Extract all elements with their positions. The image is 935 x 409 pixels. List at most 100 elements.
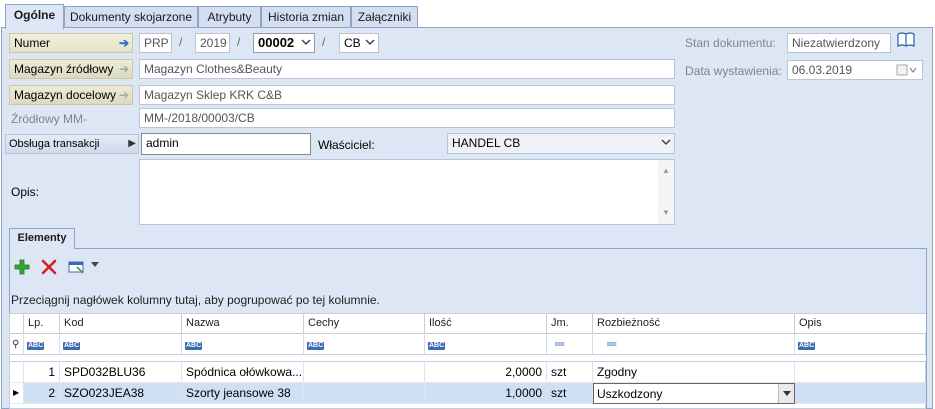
tab-atrybuty[interactable]: Atrybuty — [198, 6, 261, 28]
rozbieznosc-select[interactable]: Uszkodzony — [593, 383, 795, 404]
arrow-right-icon: ➔ — [118, 88, 129, 102]
grid-spacer — [10, 355, 926, 362]
filter-equals-icon: ═ — [607, 336, 617, 351]
group-hint: Przeciągnij nagłówek kolumny tutaj, aby … — [11, 293, 380, 307]
numer-series-value: CB — [344, 36, 361, 50]
obsluga-transakcji-input[interactable]: admin — [141, 133, 311, 155]
data-field[interactable]: 06.03.2019 — [787, 60, 923, 80]
cell-jm: szt — [547, 362, 593, 383]
cell-kod: SZO023JEA38 — [60, 383, 182, 404]
cell-cechy — [304, 362, 425, 383]
tab-dokumenty-skojarzone[interactable]: Dokumenty skojarzone — [64, 6, 198, 28]
chevron-down-icon — [365, 39, 375, 45]
numer-number-select[interactable]: 00002 — [253, 33, 315, 53]
cell-ilosc: 1,0000 — [425, 383, 547, 404]
column-header-lp[interactable]: Lp. — [24, 314, 60, 334]
zrodlowy-mm-label: Źródłowy MM- — [11, 112, 88, 126]
filter-cell-kod[interactable]: ABC — [60, 335, 182, 355]
cell-lp: 2 — [24, 383, 60, 404]
caret-down-icon — [783, 391, 791, 396]
cell-opis — [795, 362, 926, 383]
filter-icon[interactable]: ⚲ — [10, 335, 24, 355]
wlasciciel-select[interactable]: HANDEL CB — [447, 133, 675, 154]
magazyn-zrodlowy-button[interactable]: Magazyn źródłowy ➔ — [9, 59, 133, 79]
opis-label: Opis: — [11, 185, 40, 199]
opis-textarea[interactable]: ▲ ▼ — [139, 159, 675, 225]
filter-equals-icon: ═ — [555, 336, 565, 351]
tab-zalaczniki[interactable]: Załączniki — [351, 6, 418, 28]
cell-kod: SPD032BLU36 — [60, 362, 182, 383]
column-header-jm[interactable]: Jm. — [547, 314, 593, 334]
arrow-right-icon: ➔ — [118, 36, 129, 50]
row-indicator — [10, 362, 24, 383]
play-icon: ▶ — [128, 138, 136, 149]
numer-separator: / — [179, 35, 183, 49]
magazyn-docelowy-button[interactable]: Magazyn docelowy ➔ — [9, 85, 133, 105]
cell-lp: 1 — [24, 362, 60, 383]
delete-icon[interactable] — [41, 259, 57, 275]
chevron-down-icon[interactable]: ▼ — [662, 204, 670, 222]
column-header-ilosc[interactable]: Ilość — [425, 314, 547, 334]
arrow-right-icon: ➔ — [118, 62, 129, 76]
filter-cell-lp[interactable]: ABC — [24, 335, 60, 355]
magazyn-zrodlowy-field: Magazyn Clothes&Beauty — [139, 59, 675, 79]
tab-ogolne[interactable]: Ogólne — [5, 4, 64, 29]
wlasciciel-value: HANDEL CB — [452, 136, 521, 150]
row-indicator: ▶ — [10, 383, 24, 404]
table-row[interactable]: 1 SPD032BLU36 Spódnica ołówkowa... 2,000… — [10, 362, 926, 383]
column-header-kod[interactable]: Kod — [60, 314, 182, 334]
tab-historia-zmian[interactable]: Historia zmian — [261, 6, 351, 28]
filter-cell-nazwa[interactable]: ABC — [182, 335, 304, 355]
filter-abc-icon: ABC — [307, 342, 325, 350]
numer-button[interactable]: Numer ➔ — [9, 33, 133, 53]
filter-abc-icon: ABC — [27, 342, 45, 350]
book-icon[interactable] — [897, 32, 915, 48]
magazyn-zrodlowy-label: Magazyn źródłowy — [14, 62, 114, 76]
wlasciciel-label: Właściciel: — [318, 138, 375, 152]
column-header-rozbieznosc[interactable]: Rozbieżność — [593, 314, 795, 334]
table-options-icon[interactable] — [68, 259, 86, 275]
calendar-icon[interactable] — [896, 64, 918, 76]
rozbieznosc-dropdown-button[interactable] — [778, 384, 794, 403]
filter-cell-opis[interactable]: ABC — [795, 335, 926, 355]
rozbieznosc-value: Uszkodzony — [597, 387, 663, 401]
opis-scrollbar[interactable]: ▲ ▼ — [658, 160, 674, 224]
filter-abc-icon: ABC — [798, 342, 816, 350]
filter-cell-rozbieznosc[interactable]: ═ — [593, 335, 795, 355]
add-icon[interactable] — [14, 259, 30, 275]
caret-down-icon[interactable] — [91, 262, 99, 268]
numer-year-field[interactable]: 2019 — [195, 33, 230, 53]
cell-nazwa: Szorty jeansowe 38 — [182, 383, 304, 404]
chevron-up-icon[interactable]: ▲ — [662, 162, 670, 180]
table-row[interactable]: ▶ 2 SZO023JEA38 Szorty jeansowe 38 1,000… — [10, 383, 926, 404]
top-tab-bar: Ogólne Dokumenty skojarzone Atrybuty His… — [0, 0, 935, 29]
cell-ilosc: 2,0000 — [425, 362, 547, 383]
cell-cechy — [304, 383, 425, 404]
tab-elementy[interactable]: Elementy — [9, 228, 75, 249]
numer-series-select[interactable]: CB — [339, 33, 379, 53]
magazyn-docelowy-label: Magazyn docelowy — [14, 88, 117, 102]
chevron-down-icon — [661, 139, 671, 145]
grid-row-indicator-header — [10, 314, 24, 334]
filter-cell-jm[interactable]: ═ — [547, 335, 593, 355]
filter-cell-cechy[interactable]: ABC — [304, 335, 425, 355]
column-header-opis[interactable]: Opis — [795, 314, 926, 334]
obsluga-transakcji-button[interactable]: Obsługa transakcji ▶ — [5, 134, 139, 154]
column-header-nazwa[interactable]: Nazwa — [182, 314, 304, 334]
data-value: 06.03.2019 — [792, 63, 853, 77]
numer-prefix-field[interactable]: PRP — [139, 33, 172, 53]
zrodlowy-mm-field: MM-/2018/00003/CB — [139, 108, 675, 128]
stan-label: Stan dokumentu: — [685, 36, 776, 50]
filter-cell-ilosc[interactable]: ABC — [425, 335, 547, 355]
numer-label: Numer — [14, 36, 51, 50]
cell-opis — [795, 383, 926, 404]
cell-rozbieznosc: Zgodny — [593, 362, 795, 383]
filter-abc-icon: ABC — [185, 342, 203, 350]
filter-abc-icon: ABC — [63, 342, 81, 350]
cell-nazwa: Spódnica ołówkowa... — [182, 362, 304, 383]
filter-abc-icon: ABC — [428, 342, 446, 350]
cell-jm: szt — [547, 383, 593, 404]
column-header-cechy[interactable]: Cechy — [304, 314, 425, 334]
chevron-down-icon — [301, 39, 311, 45]
obsluga-transakcji-label: Obsługa transakcji — [9, 138, 100, 150]
